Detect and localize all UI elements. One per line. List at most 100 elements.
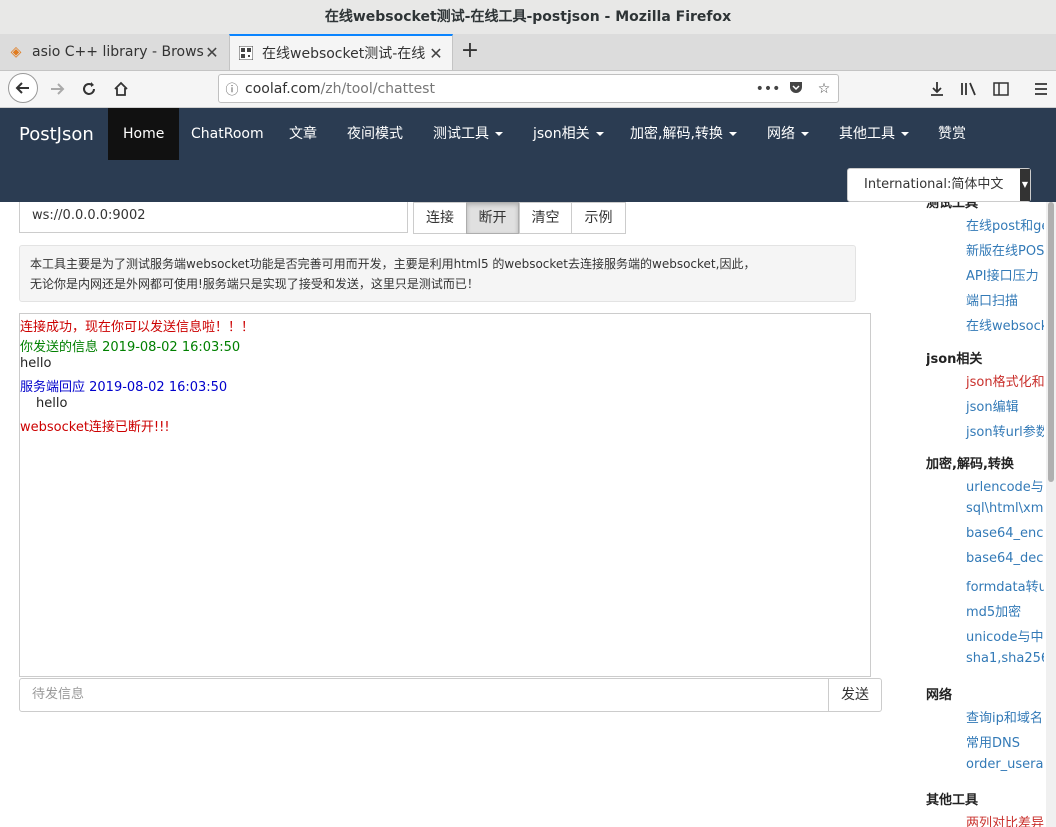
example-button[interactable]: 示例 — [571, 202, 626, 234]
log-line-disconnected: websocket连接已断开!!! — [20, 420, 170, 435]
sidebar-link[interactable]: json编辑 — [966, 396, 1019, 415]
nav-home[interactable]: Home — [108, 108, 180, 160]
nav-test-tools[interactable]: 测试工具 — [433, 108, 503, 160]
tab-label: asio C++ library - Browse — [32, 44, 204, 60]
chevron-down-icon: ▼ — [1020, 169, 1030, 201]
scrollbar-thumb[interactable] — [1048, 202, 1054, 482]
language-select[interactable]: International:简体中文 ▼ — [847, 168, 1031, 202]
page-scrollbar[interactable] — [1046, 202, 1056, 827]
sidebar-link[interactable]: API接口压力 — [966, 265, 1039, 284]
sidebar-link[interactable]: base64_enco — [966, 526, 1044, 541]
nav-network[interactable]: 网络 — [767, 108, 809, 160]
caret-down-icon — [901, 132, 909, 136]
sidebar-link[interactable]: 常用DNS — [966, 732, 1020, 751]
menu-button[interactable] — [1026, 74, 1056, 104]
left-overflow-edge — [0, 202, 6, 562]
close-icon[interactable]: ✕ — [428, 44, 444, 63]
sidebar-heading: 其他工具 — [926, 793, 979, 808]
brand-logo[interactable]: PostJson — [19, 124, 94, 145]
browser-toolbar: ⓘ coolaf.com/zh/tool/chattest ••• ☆ — [0, 71, 1056, 108]
reload-button[interactable] — [74, 74, 104, 104]
diamond-favicon-icon: ◈ — [10, 44, 22, 60]
sidebar-button[interactable] — [986, 74, 1016, 104]
tab-asio[interactable]: ◈ asio C++ library - Browse ✕ — [0, 34, 228, 70]
log-line-connected: 连接成功，现在你可以发送信息啦！！！ — [20, 320, 255, 335]
sidebar-link[interactable]: 端口扫描 — [966, 290, 1018, 309]
library-icon — [961, 82, 976, 96]
sidebar-link[interactable]: json转url参数 — [966, 421, 1044, 440]
new-tab-button[interactable]: + — [458, 34, 482, 70]
sidebar-link[interactable]: formdata转u — [966, 576, 1044, 595]
notice-line: 无论你是内网还是外网都可使用!服务端只是实现了接受和发送，这里只是测试而已！ — [30, 277, 479, 291]
log-line-reply-body: hello — [36, 396, 68, 411]
notice-line: 本工具主要是为了测试服务端websocket功能是否完善可用而开发，主要是利用h… — [30, 257, 756, 271]
nav-chatroom[interactable]: ChatRoom — [191, 108, 264, 160]
nav-night-mode[interactable]: 夜间模式 — [347, 108, 403, 160]
address-bar[interactable]: ⓘ coolaf.com/zh/tool/chattest ••• ☆ — [218, 74, 839, 103]
tool-description: 本工具主要是为了测试服务端websocket功能是否完善可用而开发，主要是利用h… — [19, 245, 856, 302]
nav-donate[interactable]: 赞赏 — [938, 108, 966, 160]
sidebar-heading: 网络 — [926, 688, 953, 703]
sidebar-link[interactable]: 查询ip和域名 — [966, 707, 1043, 726]
sidebar-link[interactable]: unicode与中 — [966, 626, 1043, 645]
close-icon[interactable]: ✕ — [204, 43, 220, 62]
ws-url-input[interactable]: ws://0.0.0.0:9002 — [19, 202, 408, 233]
connect-button[interactable]: 连接 — [413, 202, 467, 234]
sidebar-link[interactable]: 在线post和ge — [966, 215, 1044, 234]
sidebar-link-active[interactable]: 两列对比差异 — [966, 812, 1044, 827]
log-line-reply-header: 服务端回应 2019-08-02 16:03:50 — [20, 380, 228, 395]
nav-articles[interactable]: 文章 — [289, 108, 317, 160]
sidebar-link[interactable]: 在线websock — [966, 315, 1044, 334]
home-button[interactable] — [106, 74, 136, 104]
home-icon — [114, 81, 128, 96]
site-navbar: PostJson Home ChatRoom 文章 夜间模式 测试工具 json… — [0, 108, 1056, 202]
send-button[interactable]: 发送 — [828, 678, 882, 712]
log-line-sent-body: hello — [20, 356, 52, 371]
message-input[interactable]: 待发信息 — [19, 678, 829, 712]
hamburger-icon — [1035, 83, 1047, 95]
download-icon — [931, 82, 943, 96]
sidebar-heading: 测试工具 — [926, 202, 979, 211]
reload-icon — [83, 82, 95, 95]
sidebar-link[interactable]: base64_deco — [966, 551, 1044, 566]
arrow-left-icon — [15, 82, 29, 94]
tab-strip: ◈ asio C++ library - Browse ✕ 在线websocke… — [0, 34, 1056, 71]
message-bar: 待发信息 发送 — [19, 678, 882, 712]
arrow-right-icon — [51, 83, 65, 95]
back-button[interactable] — [8, 73, 38, 103]
sidebar-link[interactable]: 新版在线POS — [966, 240, 1044, 259]
library-button[interactable] — [954, 74, 984, 104]
forward-button[interactable] — [42, 74, 72, 104]
nav-json[interactable]: json相关 — [533, 108, 604, 160]
tools-sidebar: 测试工具 在线post和ge 新版在线POS API接口压力 端口扫描 在线we… — [926, 202, 1044, 827]
nav-encode[interactable]: 加密,解码,转换 — [630, 108, 737, 160]
url-text[interactable]: coolaf.com/zh/tool/chattest — [245, 81, 754, 97]
window-title: 在线websocket测试-在线工具-postjson - Mozilla Fi… — [0, 0, 1056, 35]
caret-down-icon — [801, 132, 809, 136]
sidebar-heading: json相关 — [926, 352, 983, 367]
downloads-button[interactable] — [922, 74, 952, 104]
disconnect-button[interactable]: 断开 — [466, 202, 519, 234]
sidebar-link[interactable]: urlencode与u — [966, 476, 1044, 495]
log-line-sent-header: 你发送的信息 2019-08-02 16:03:50 — [20, 340, 241, 355]
qr-favicon-icon — [238, 45, 254, 61]
sidebar-link[interactable]: sha1,sha256 — [966, 651, 1044, 666]
bookmark-star-icon[interactable]: ☆ — [810, 81, 838, 97]
info-icon[interactable]: ⓘ — [219, 79, 245, 98]
caret-down-icon — [595, 132, 604, 136]
pocket-icon[interactable] — [782, 80, 810, 98]
tab-websocket[interactable]: 在线websocket测试-在线 ✕ — [229, 34, 453, 70]
sidebar-heading: 加密,解码,转换 — [926, 457, 1014, 472]
more-actions-icon[interactable]: ••• — [754, 81, 782, 97]
sidebar-link-active[interactable]: json格式化和 — [966, 371, 1044, 390]
sidebar-icon — [993, 82, 1009, 96]
sidebar-link[interactable]: md5加密 — [966, 601, 1021, 620]
sidebar-link[interactable]: order_userag — [966, 757, 1044, 772]
sidebar-link[interactable]: sql\html\xml — [966, 501, 1044, 516]
tab-label: 在线websocket测试-在线 — [262, 46, 426, 62]
message-log[interactable]: 连接成功，现在你可以发送信息啦！！！ 你发送的信息 2019-08-02 16:… — [19, 313, 871, 677]
caret-down-icon — [495, 132, 503, 136]
caret-down-icon — [728, 132, 737, 136]
nav-other-tools[interactable]: 其他工具 — [839, 108, 909, 160]
clear-button[interactable]: 清空 — [519, 202, 572, 234]
